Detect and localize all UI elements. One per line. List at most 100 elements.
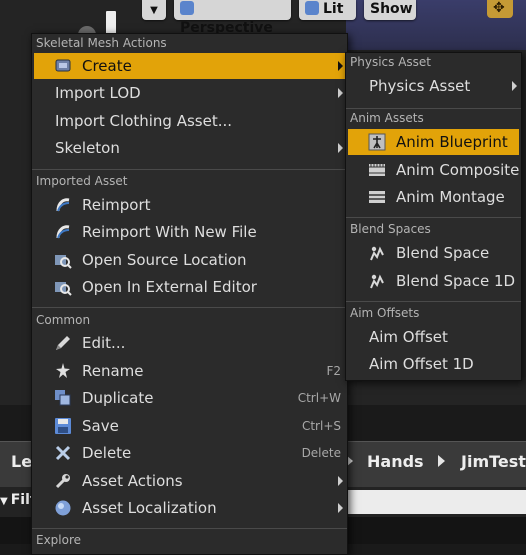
reimport-icon <box>56 198 70 212</box>
breadcrumb-item-hands[interactable]: Hands <box>367 452 424 471</box>
show-label: Show <box>370 1 413 17</box>
menu-item-delete[interactable]: Delete Delete <box>34 440 345 466</box>
reimport-icon <box>56 225 70 239</box>
perspective-button[interactable]: Perspective <box>174 0 291 36</box>
chevron-down-icon: ▼ <box>150 5 158 16</box>
shortcut-label: Ctrl+W <box>297 391 341 405</box>
delete-icon <box>55 445 71 461</box>
menu-item-open-source-location[interactable]: Open Source Location <box>34 247 345 273</box>
divider <box>346 301 521 302</box>
menu-item-label: Open Source Location <box>82 251 247 269</box>
create-icon <box>55 59 71 72</box>
menu-item-create[interactable]: Create <box>34 53 345 79</box>
menu-item-reimport-new-file[interactable]: Reimport With New File <box>34 219 345 245</box>
menu-item-skeleton[interactable]: Skeleton <box>34 135 345 161</box>
chevron-down-icon: ▼ <box>0 496 8 507</box>
submenu-arrow-icon <box>338 143 343 153</box>
submenu-arrow-icon <box>338 88 343 98</box>
menu-item-import-lod[interactable]: Import LOD <box>34 80 345 106</box>
menu-item-label: Anim Blueprint <box>396 133 508 151</box>
menu-item-label: Anim Composite <box>396 161 520 179</box>
menu-item-label: Reimport <box>82 196 151 214</box>
submenu-arrow-icon <box>338 476 343 486</box>
menu-item-aim-offset-1d[interactable]: Aim Offset 1D <box>348 351 519 377</box>
menu-item-physics-asset[interactable]: Physics Asset <box>348 73 519 99</box>
shortcut-label: F2 <box>326 364 341 378</box>
section-header-common: Common <box>36 313 91 327</box>
anim-blueprint-icon <box>368 133 386 151</box>
menu-item-label: Import Clothing Asset... <box>55 112 233 130</box>
section-header-explore: Explore <box>36 533 82 547</box>
menu-item-save[interactable]: Save Ctrl+S <box>34 413 345 439</box>
shortcut-label: Ctrl+S <box>301 419 341 433</box>
menu-item-label: Open In External Editor <box>82 278 257 296</box>
viewport-indicator <box>106 11 116 35</box>
menu-item-open-external-editor[interactable]: Open In External Editor <box>34 274 345 300</box>
lit-icon <box>305 1 319 15</box>
breadcrumb-arrow-icon[interactable] <box>438 455 445 467</box>
menu-item-label: Create <box>82 57 132 75</box>
menu-item-aim-offset[interactable]: Aim Offset <box>348 324 519 350</box>
duplicate-icon <box>55 390 71 406</box>
divider <box>346 108 521 109</box>
show-button[interactable]: Show <box>364 0 416 20</box>
camera-icon <box>180 1 194 15</box>
divider <box>32 528 347 529</box>
menu-item-label: Import LOD <box>55 84 141 102</box>
divider <box>32 307 347 308</box>
menu-item-anim-composite[interactable]: Anim Composite <box>348 157 519 183</box>
menu-item-label: Blend Space 1D <box>396 272 516 290</box>
menu-item-label: Reimport With New File <box>82 223 257 241</box>
menu-item-label: Edit... <box>82 334 126 352</box>
blend-space-icon <box>370 274 384 289</box>
move-handle-icon[interactable] <box>487 0 513 18</box>
submenu-arrow-icon <box>512 81 517 91</box>
menu-item-label: Delete <box>82 444 132 462</box>
breadcrumb-item-left[interactable]: Le <box>11 452 32 471</box>
menu-item-label: Duplicate <box>82 389 154 407</box>
menu-item-label: Aim Offset 1D <box>369 355 474 373</box>
menu-item-label: Physics Asset <box>369 77 471 95</box>
menu-item-anim-montage[interactable]: Anim Montage <box>348 184 519 210</box>
menu-item-anim-blueprint[interactable]: Anim Blueprint <box>348 129 519 155</box>
pencil-icon <box>56 336 70 350</box>
anim-montage-icon <box>369 191 385 203</box>
context-menu: Skeletal Mesh Actions Create Import LOD … <box>31 33 348 555</box>
globe-icon <box>55 500 71 516</box>
menu-item-import-clothing[interactable]: Import Clothing Asset... <box>34 108 345 134</box>
section-header-blend: Blend Spaces <box>350 222 431 236</box>
menu-item-blend-space[interactable]: Blend Space <box>348 240 519 266</box>
divider <box>346 217 521 218</box>
menu-item-asset-actions[interactable]: Asset Actions <box>34 468 345 494</box>
menu-item-label: Rename <box>82 362 144 380</box>
menu-item-label: Save <box>82 417 119 435</box>
menu-item-blend-space-1d[interactable]: Blend Space 1D <box>348 268 519 294</box>
anim-composite-icon <box>369 164 385 176</box>
section-header-anim: Anim Assets <box>350 111 424 125</box>
section-header-physics: Physics Asset <box>350 55 431 69</box>
menu-item-rename[interactable]: Rename F2 <box>34 358 345 384</box>
menu-item-asset-localization[interactable]: Asset Localization <box>34 495 345 521</box>
viewport-options-button[interactable]: ▼ <box>142 0 166 20</box>
lit-button[interactable]: Lit <box>299 0 356 20</box>
menu-item-duplicate[interactable]: Duplicate Ctrl+W <box>34 385 345 411</box>
menu-item-label: Skeleton <box>55 139 120 157</box>
menu-item-label: Aim Offset <box>369 328 448 346</box>
divider <box>32 169 347 170</box>
menu-item-label: Blend Space <box>396 244 490 262</box>
shortcut-label: Delete <box>301 446 341 460</box>
menu-item-label: Asset Actions <box>82 472 183 490</box>
folder-search-icon <box>55 255 72 269</box>
external-editor-icon <box>55 282 72 296</box>
section-header-skeletal: Skeletal Mesh Actions <box>36 36 167 50</box>
submenu-arrow-icon <box>338 61 343 71</box>
blend-space-icon <box>370 246 384 261</box>
save-icon <box>55 418 71 434</box>
menu-item-reimport[interactable]: Reimport <box>34 192 345 218</box>
wrench-icon <box>55 474 70 489</box>
menu-item-edit[interactable]: Edit... <box>34 330 345 356</box>
breadcrumb-item-jimtest[interactable]: JimTest <box>461 452 526 471</box>
submenu-arrow-icon <box>338 503 343 513</box>
create-submenu: Physics Asset Physics Asset Anim Assets … <box>345 52 522 381</box>
lit-label: Lit <box>323 1 344 17</box>
